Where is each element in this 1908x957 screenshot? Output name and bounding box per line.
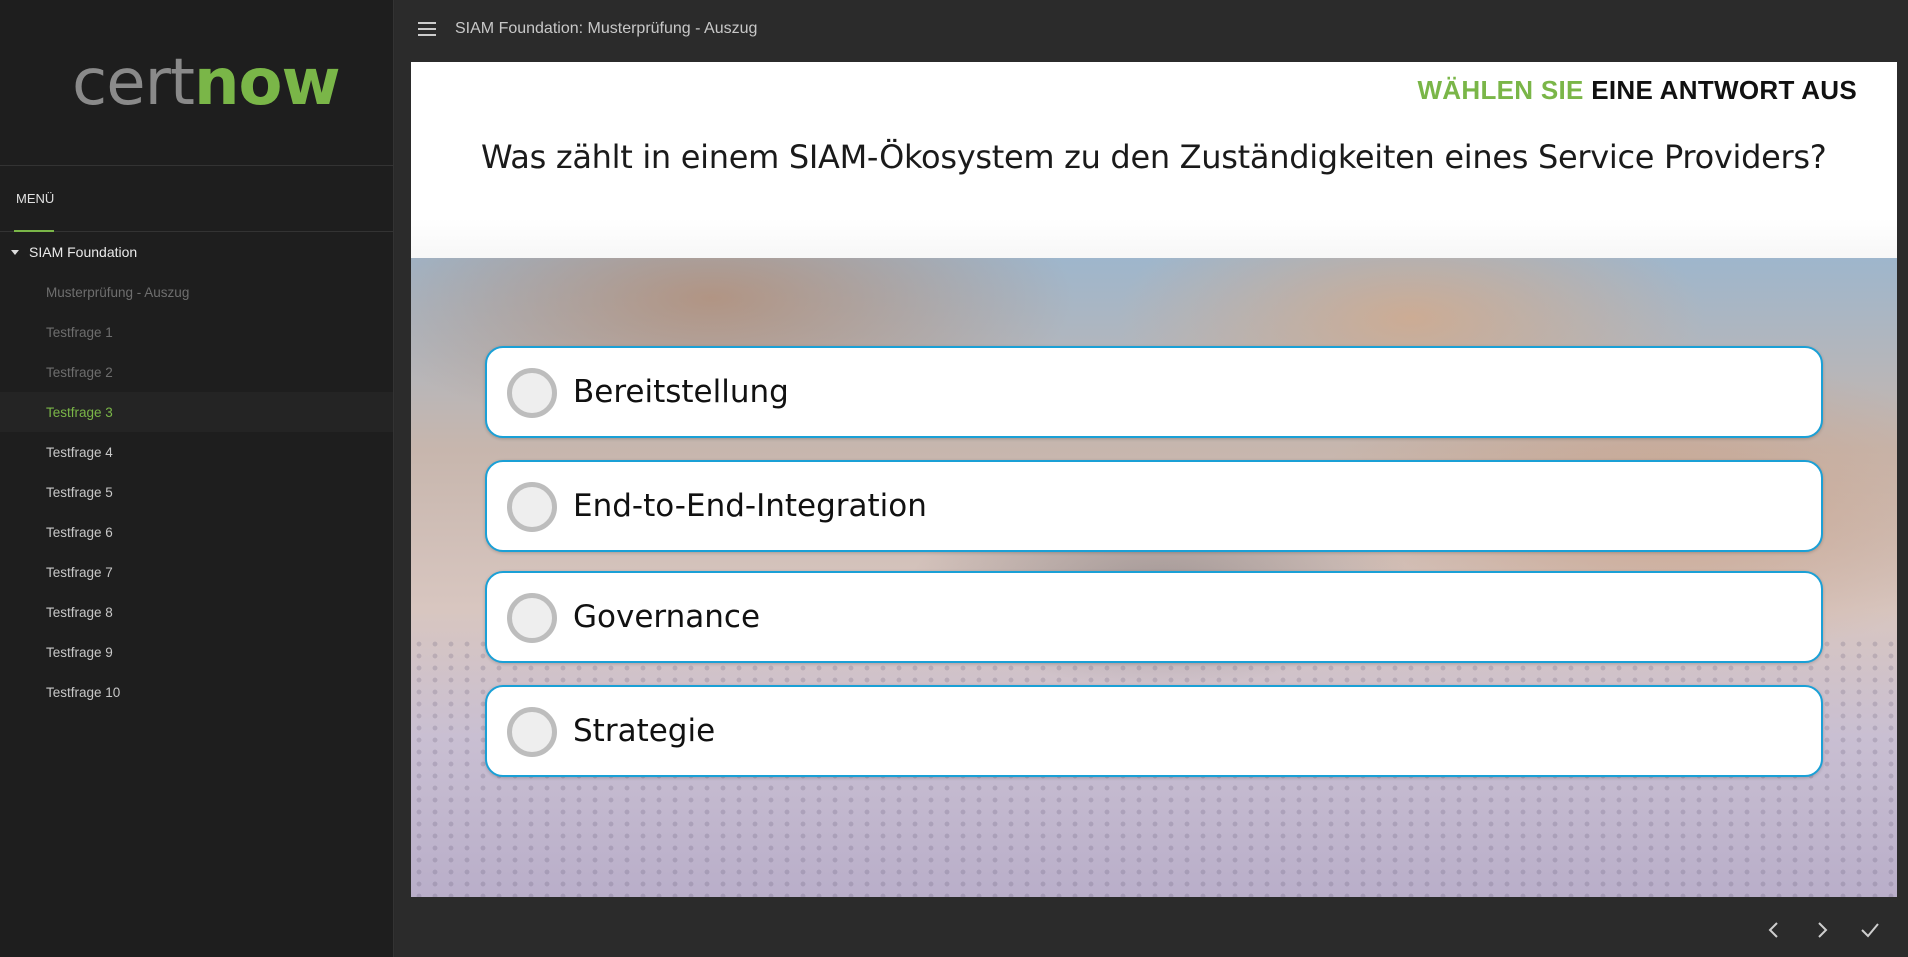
sidebar-item-testfrage-1[interactable]: Testfrage 1 [0, 312, 393, 352]
sidebar-item-testfrage-7[interactable]: Testfrage 7 [0, 552, 393, 592]
caret-down-icon[interactable] [11, 249, 19, 255]
sidebar-item-testfrage-8[interactable]: Testfrage 8 [0, 592, 393, 632]
sidebar-item-testfrage-3[interactable]: Testfrage 3 [0, 392, 393, 432]
sidebar-item-musterpruefung[interactable]: Musterprüfung - Auszug [0, 272, 393, 312]
hamburger-icon[interactable] [418, 22, 436, 36]
answer-label: Governance [573, 599, 761, 635]
top-bar: SIAM Foundation: Musterprüfung - Auszug [395, 0, 1908, 61]
course-tree: SIAM Foundation Musterprüfung - Auszug Te… [0, 232, 393, 712]
sidebar-item-testfrage-10[interactable]: Testfrage 10 [0, 672, 393, 712]
radio-icon[interactable] [507, 707, 557, 757]
tree-root-label: SIAM Foundation [29, 244, 138, 260]
slide-header: WÄHLEN SIE EINE ANTWORT AUS Was zählt in… [411, 62, 1897, 258]
answer-option-2[interactable]: End-to-End-Integration [485, 460, 1823, 552]
instruction: WÄHLEN SIE EINE ANTWORT AUS [1417, 75, 1857, 106]
sidebar-item-testfrage-6[interactable]: Testfrage 6 [0, 512, 393, 552]
sidebar-item-testfrage-2[interactable]: Testfrage 2 [0, 352, 393, 392]
instruction-green: WÄHLEN SIE [1417, 75, 1584, 105]
sidebar: certnow MENÜ SIAM Foundation Musterprüfu… [0, 0, 394, 957]
answer-label: Strategie [573, 713, 716, 749]
chevron-right-icon[interactable] [1810, 918, 1834, 942]
sidebar-item-testfrage-5[interactable]: Testfrage 5 [0, 472, 393, 512]
radio-icon[interactable] [507, 482, 557, 532]
logo-area: certnow [0, 0, 393, 166]
answer-label: End-to-End-Integration [573, 488, 927, 524]
menu-header[interactable]: MENÜ [0, 166, 393, 232]
answer-label: Bereitstellung [573, 374, 789, 410]
tree-root-siam-foundation[interactable]: SIAM Foundation [0, 232, 393, 272]
certnow-logo: certnow [72, 46, 341, 120]
menu-label: MENÜ [16, 191, 55, 206]
radio-icon[interactable] [507, 593, 557, 643]
question-slide: WÄHLEN SIE EINE ANTWORT AUS Was zählt in… [411, 62, 1897, 897]
main-area: SIAM Foundation: Musterprüfung - Auszug … [395, 0, 1908, 957]
logo-cert: cert [72, 46, 195, 120]
question-text: Was zählt in einem SIAM-Ökosystem zu den… [481, 138, 1827, 176]
radio-icon[interactable] [507, 368, 557, 418]
chevron-left-icon[interactable] [1762, 918, 1786, 942]
answer-option-3[interactable]: Governance [485, 571, 1823, 663]
sidebar-item-testfrage-4[interactable]: Testfrage 4 [0, 432, 393, 472]
instruction-black: EINE ANTWORT AUS [1591, 75, 1857, 105]
logo-now: now [193, 46, 341, 120]
course-title: SIAM Foundation: Musterprüfung - Auszug [455, 20, 758, 37]
answer-option-1[interactable]: Bereitstellung [485, 346, 1823, 438]
check-icon[interactable] [1858, 918, 1882, 942]
answer-option-4[interactable]: Strategie [485, 685, 1823, 777]
background-photo: Bereitstellung End-to-End-Integration Go… [411, 258, 1897, 897]
sidebar-item-testfrage-9[interactable]: Testfrage 9 [0, 632, 393, 672]
